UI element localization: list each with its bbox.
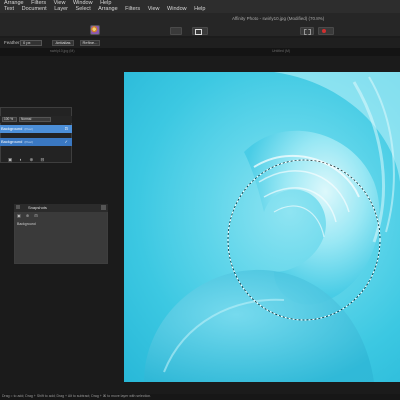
panel-menu-icon[interactable] bbox=[101, 205, 106, 210]
marquee-selection-icon[interactable] bbox=[192, 27, 208, 35]
title-bar: Affinity Photo - swirly10.jpg (Modified)… bbox=[0, 13, 400, 26]
menu-bar: Arrange Filters View Window Help Text Do… bbox=[0, 0, 400, 13]
window-title: Affinity Photo - swirly10.jpg (Modified)… bbox=[232, 16, 325, 21]
menu-help-2[interactable]: Help bbox=[194, 6, 205, 12]
quick-mask-grid-icon[interactable] bbox=[300, 27, 314, 35]
close-icon[interactable] bbox=[16, 205, 20, 209]
toolbar-button-square-icon[interactable] bbox=[170, 27, 182, 35]
menu-select[interactable]: Select bbox=[76, 6, 91, 12]
snapshots-title: Snapshots bbox=[28, 205, 47, 210]
opacity-field[interactable]: 100 % bbox=[2, 117, 17, 122]
refine-button[interactable]: Refine... bbox=[80, 40, 100, 46]
document-canvas[interactable] bbox=[124, 72, 400, 382]
snapshot-item[interactable]: Background bbox=[17, 222, 36, 226]
layer-row[interactable]: Background (Pixel) ✓ bbox=[0, 138, 72, 146]
record-macro-icon[interactable] bbox=[318, 27, 334, 35]
layers-footer-icons[interactable]: ▣ ◐ ⊕ ⊟ bbox=[8, 157, 47, 163]
photo-persona-icon[interactable] bbox=[90, 25, 100, 35]
menu-view-2[interactable]: View bbox=[148, 6, 160, 12]
menu-arrange-2[interactable]: Arrange bbox=[98, 6, 118, 12]
canvas-artwork bbox=[144, 72, 400, 382]
feather-label: Feather: bbox=[4, 40, 21, 45]
tab-untitled[interactable]: Untitled (M) bbox=[272, 49, 290, 53]
feather-field[interactable]: 0 px bbox=[20, 40, 42, 46]
antialias-checkbox[interactable]: Antialias bbox=[52, 40, 74, 46]
menu-window-2[interactable]: Window bbox=[167, 6, 187, 12]
lock-icon[interactable]: ⊡ bbox=[65, 125, 68, 133]
menu-row-main: Text Document Layer Select Arrange Filte… bbox=[4, 6, 211, 12]
layer-name: Background bbox=[1, 126, 23, 131]
tab-swirly10[interactable]: swirly10.jpg (M) bbox=[50, 49, 75, 53]
snapshots-tool-icons[interactable]: ▣ ⊕ ⊟ bbox=[17, 213, 40, 218]
layer-kind: (Pixel) bbox=[24, 140, 33, 144]
menu-text[interactable]: Text bbox=[4, 6, 14, 12]
blend-mode-select[interactable]: Normal bbox=[19, 117, 51, 122]
status-hint-text: Drag = to add; Drag + Shift to add; Drag… bbox=[2, 394, 152, 398]
menu-filters-2[interactable]: Filters bbox=[125, 6, 140, 12]
menu-document[interactable]: Document bbox=[22, 6, 47, 12]
layer-row[interactable]: Background (Pixel) ⊡ bbox=[0, 125, 72, 133]
menu-layer[interactable]: Layer bbox=[54, 6, 68, 12]
layer-kind: (Pixel) bbox=[24, 127, 33, 131]
visibility-check-icon[interactable]: ✓ bbox=[65, 138, 68, 146]
layer-name: Background bbox=[1, 139, 23, 144]
